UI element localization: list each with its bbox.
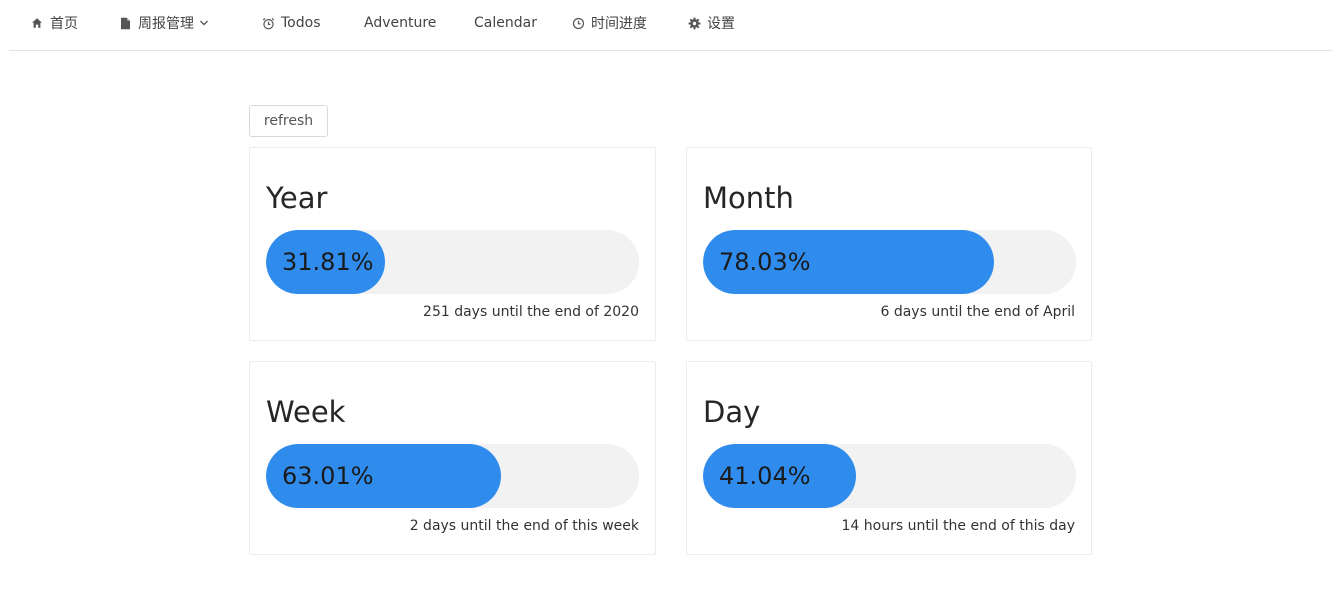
nav-item-label: Adventure [364,15,437,31]
clock-icon [571,16,585,30]
file-icon [118,16,132,30]
progress-track: 41.04% [703,444,1076,508]
nav-item-home[interactable]: 首页 [30,13,78,33]
chevron-down-icon [199,19,209,27]
progress-track: 63.01% [266,444,639,508]
card-title: Day [703,395,761,429]
nav-item-label: 周报管理 [138,16,194,32]
card-title: Week [266,395,346,429]
card-title: Year [266,181,328,215]
month-progress-card: Month 78.03% 6 days until the end of Apr… [686,147,1092,341]
remaining-text: 14 hours until the end of this day [841,518,1075,534]
remaining-text: 251 days until the end of 2020 [423,304,639,320]
nav-item-label: 首页 [50,16,78,32]
refresh-button[interactable]: refresh [249,105,328,137]
remaining-text: 6 days until the end of April [880,304,1075,320]
home-icon [30,16,44,30]
year-progress-card: Year 31.81% 251 days until the end of 20… [249,147,656,341]
alarm-clock-icon [261,16,275,30]
gear-icon [687,16,701,30]
nav-item-label: Todos [281,15,321,31]
nav-item-calendar[interactable]: Calendar [474,13,537,33]
nav-item-time-progress[interactable]: 时间进度 [571,13,647,33]
nav-item-label: 时间进度 [591,16,647,32]
top-nav: 首页 周报管理 Todos Adventure Calendar 时间进度 设置 [9,0,1332,51]
progress-percent: 31.81% [282,248,374,276]
progress-track: 78.03% [703,230,1076,294]
progress-track: 31.81% [266,230,639,294]
nav-item-label: Calendar [474,15,537,31]
day-progress-card: Day 41.04% 14 hours until the end of thi… [686,361,1092,555]
progress-percent: 63.01% [282,462,374,490]
nav-item-label: 设置 [707,16,735,32]
nav-item-adventure[interactable]: Adventure [364,13,436,33]
progress-percent: 78.03% [719,248,811,276]
card-title: Month [703,181,794,215]
remaining-text: 2 days until the end of this week [409,518,639,534]
week-progress-card: Week 63.01% 2 days until the end of this… [249,361,656,555]
nav-item-weekly-report[interactable]: 周报管理 [118,13,209,33]
nav-item-settings[interactable]: 设置 [687,13,735,33]
progress-percent: 41.04% [719,462,811,490]
nav-item-todos[interactable]: Todos [261,13,320,33]
